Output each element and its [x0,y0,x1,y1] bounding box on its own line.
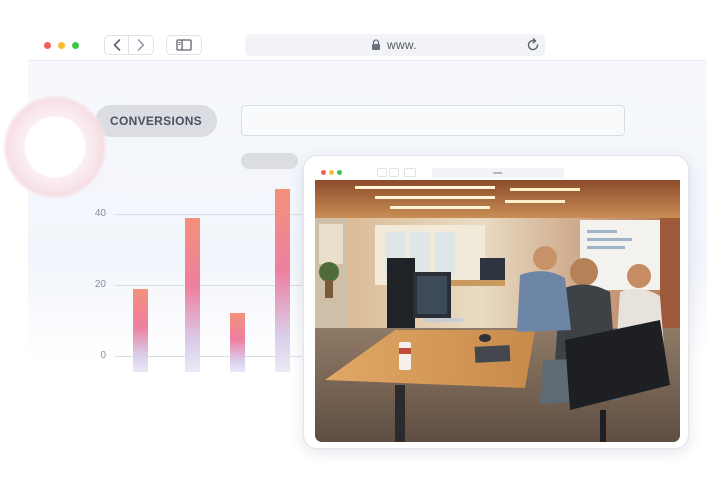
minimize-window-dot[interactable] [58,42,65,49]
tablet-sidebar-button[interactable] [404,168,416,177]
office-team-photo [315,180,680,442]
chevron-right-icon [137,39,145,51]
y-tick-label: 0 [100,350,106,361]
tablet-minimize-dot[interactable] [329,170,334,175]
ring-decoration [3,95,107,199]
bar-3 [230,313,245,372]
browser-toolbar: www. [28,30,707,61]
chevron-left-icon [113,39,120,51]
lock-icon [372,39,380,50]
stage: www. CONVERSIONS 0 20 40 www. [0,0,707,479]
tablet-mockup: www. [303,155,689,449]
gridline-20 [115,285,302,286]
tablet-close-dot[interactable] [321,170,326,175]
maximize-window-dot[interactable] [72,42,79,49]
search-input[interactable] [241,105,625,136]
tablet-back-button[interactable] [377,168,387,177]
tablet-address-bar[interactable]: www. [432,168,564,178]
reload-icon[interactable] [526,38,540,52]
close-window-dot[interactable] [44,42,51,49]
forward-button[interactable] [129,35,154,55]
tablet-forward-button[interactable] [389,168,399,177]
address-text: www. [387,38,417,52]
y-tick-label: 40 [94,208,106,219]
bar-4 [275,189,290,372]
address-bar[interactable]: www. [245,34,545,56]
conversions-pill[interactable]: CONVERSIONS [95,105,217,137]
sidebar-toggle-button[interactable] [166,35,202,55]
sidebar-icon [176,39,192,51]
office-scene-illustration [315,180,680,442]
gridline-40 [115,214,302,215]
tablet-toolbar: www. [315,167,680,179]
bar-1 [133,288,148,372]
back-button[interactable] [104,35,129,55]
placeholder-pill [241,153,298,169]
y-tick-label: 20 [94,279,106,290]
tablet-maximize-dot[interactable] [337,170,342,175]
bar-2 [185,217,200,372]
